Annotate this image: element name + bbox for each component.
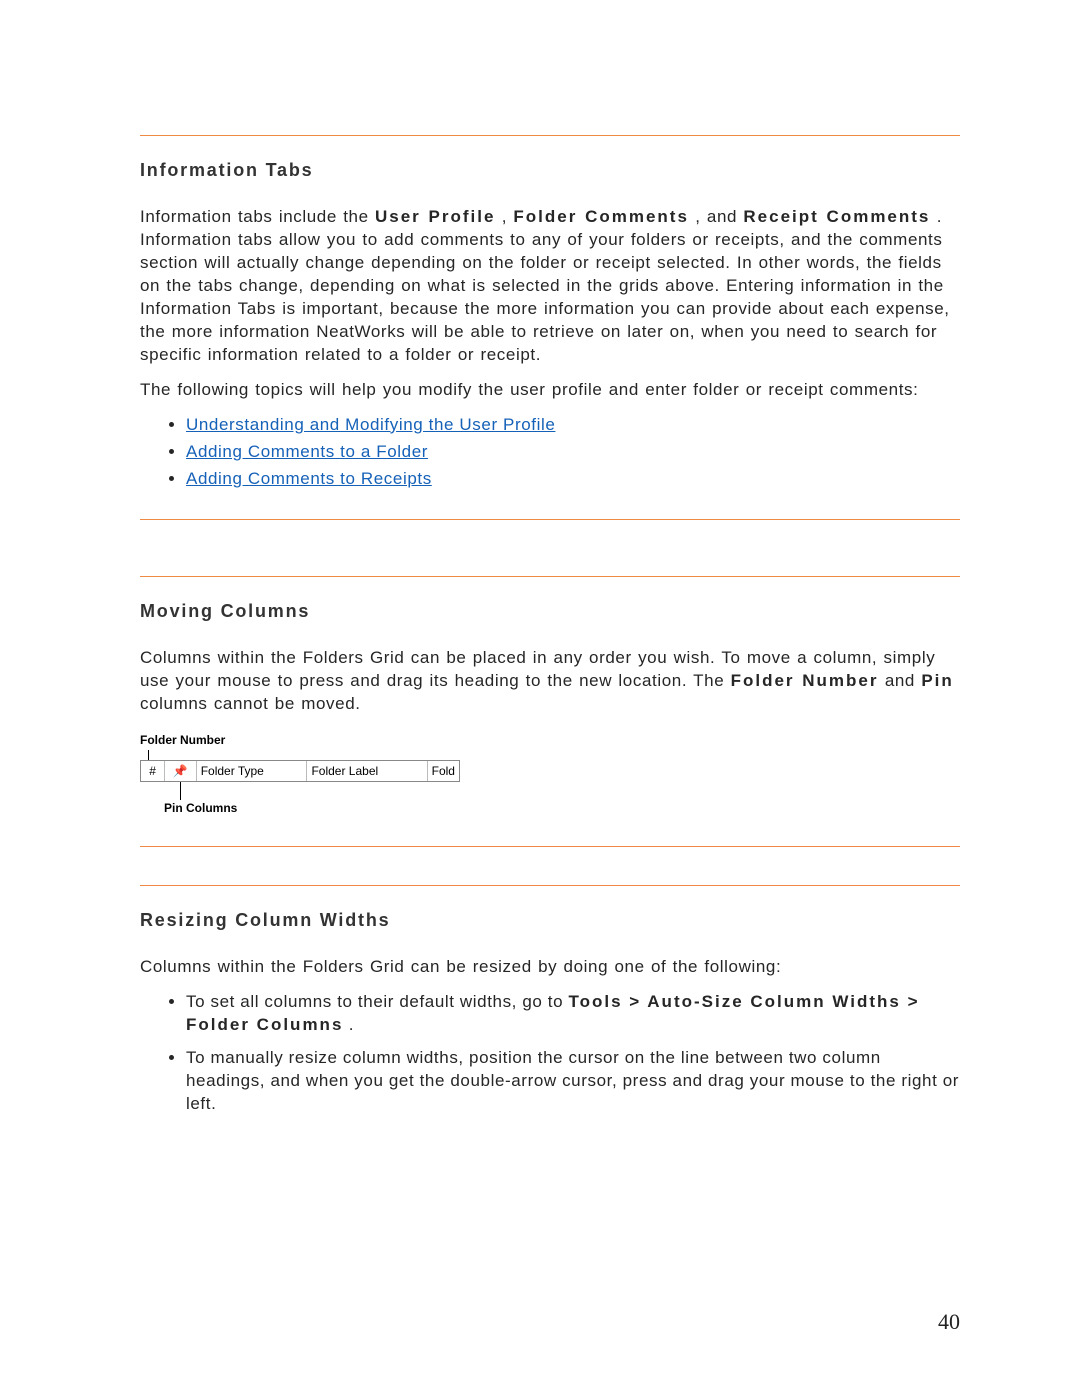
term-pin: Pin — [921, 671, 953, 690]
figure-col-pin: 📌 — [165, 761, 197, 781]
figure-col-fold: Fold — [428, 761, 459, 781]
page-number: 40 — [938, 1307, 960, 1337]
text: To set all columns to their default widt… — [186, 992, 568, 1011]
grid-header-figure: Folder Number # 📌 Folder Type Folder Lab… — [140, 732, 460, 816]
info-tabs-paragraph-1: Information tabs include the User Profil… — [140, 206, 960, 367]
term-folder-number: Folder Number — [731, 671, 879, 690]
heading-resizing-column-widths: Resizing Column Widths — [140, 908, 960, 932]
rule-top-3 — [140, 885, 960, 886]
figure-connector-bottom — [180, 782, 181, 800]
link-adding-comments-receipts[interactable]: Adding Comments to Receipts — [186, 469, 432, 488]
info-tabs-link-list: Understanding and Modifying the User Pro… — [140, 414, 960, 491]
link-adding-comments-folder[interactable]: Adding Comments to a Folder — [186, 442, 428, 461]
heading-information-tabs: Information Tabs — [140, 158, 960, 182]
term-receipt-comments: Receipt Comments — [743, 207, 930, 226]
text: and — [885, 671, 922, 690]
text: . — [349, 1015, 354, 1034]
rule-top-1 — [140, 135, 960, 136]
moving-columns-paragraph: Columns within the Folders Grid can be p… — [140, 647, 960, 716]
figure-col-folder-type: Folder Type — [197, 761, 308, 781]
pin-icon: 📌 — [173, 765, 188, 777]
info-tabs-paragraph-2: The following topics will help you modif… — [140, 379, 960, 402]
rule-top-2 — [140, 576, 960, 577]
section-gap — [140, 847, 960, 885]
figure-label-folder-number: Folder Number — [140, 732, 460, 748]
list-item: To set all columns to their default widt… — [186, 991, 960, 1037]
term-folder-comments: Folder Comments — [513, 207, 689, 226]
text: , and — [695, 207, 743, 226]
term-user-profile: User Profile — [375, 207, 495, 226]
figure-label-pin-columns: Pin Columns — [164, 800, 460, 816]
figure-connector-top — [148, 750, 149, 760]
list-item: Adding Comments to a Folder — [186, 441, 960, 464]
resizing-paragraph: Columns within the Folders Grid can be r… — [140, 956, 960, 979]
link-understanding-user-profile[interactable]: Understanding and Modifying the User Pro… — [186, 415, 555, 434]
figure-col-folder-label: Folder Label — [307, 761, 427, 781]
page: Information Tabs Information tabs includ… — [0, 0, 1080, 1397]
list-item: Adding Comments to Receipts — [186, 468, 960, 491]
list-item: Understanding and Modifying the User Pro… — [186, 414, 960, 437]
section-gap — [140, 520, 960, 576]
text: . Information tabs allow you to add comm… — [140, 207, 950, 364]
text: , — [502, 207, 514, 226]
text: columns cannot be moved. — [140, 694, 361, 713]
figure-col-number: # — [141, 761, 165, 781]
list-item: To manually resize column widths, positi… — [186, 1047, 960, 1116]
resizing-bullet-list: To set all columns to their default widt… — [140, 991, 960, 1116]
figure-header-row: # 📌 Folder Type Folder Label Fold — [140, 760, 460, 782]
text: Information tabs include the — [140, 207, 375, 226]
heading-moving-columns: Moving Columns — [140, 599, 960, 623]
